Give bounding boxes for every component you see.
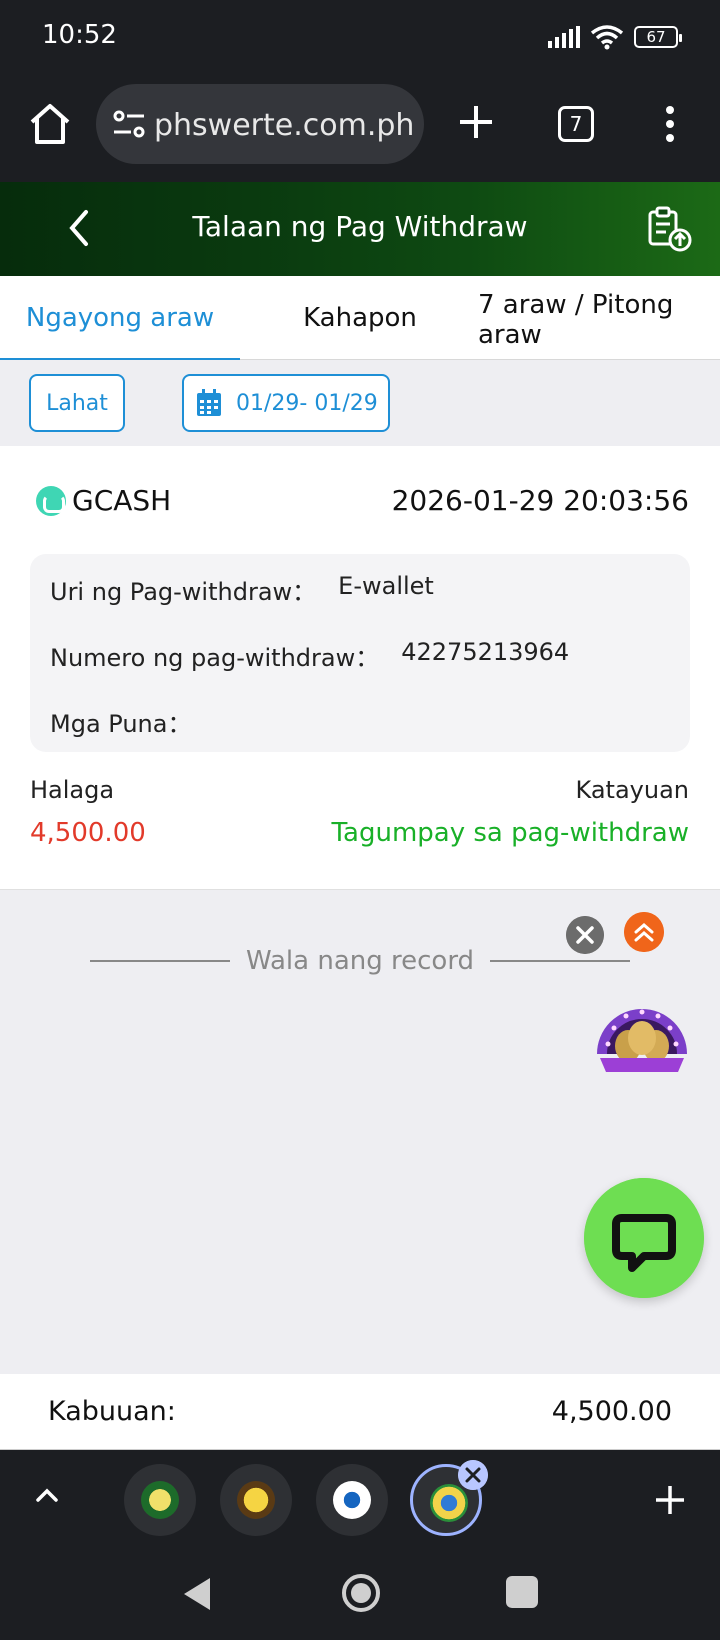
calendar-icon bbox=[197, 389, 221, 416]
nav-home-icon[interactable] bbox=[340, 1572, 382, 1614]
wifi-icon bbox=[590, 25, 624, 50]
payment-method-label: GCASH bbox=[72, 484, 172, 517]
url-text: phswerte.com.ph bbox=[154, 108, 415, 143]
browser-tab[interactable] bbox=[316, 1464, 388, 1536]
detail-row-type: Uri ng Pag-withdraw： E-wallet bbox=[50, 572, 434, 607]
withdraw-record-icon[interactable] bbox=[646, 206, 692, 252]
close-tab-icon[interactable] bbox=[458, 1460, 488, 1490]
site-favicon bbox=[333, 1481, 371, 1519]
page-title: Talaan ng Pag Withdraw bbox=[192, 210, 528, 243]
status-time: 10:52 bbox=[42, 20, 117, 50]
record-datetime: 2026-01-29 20:03:56 bbox=[391, 484, 689, 517]
no-more-records: Wala nang record bbox=[90, 946, 631, 976]
detail-row-number: Numero ng pag-withdraw： 42275213964 bbox=[50, 638, 569, 673]
detail-label: Numero ng pag-withdraw： bbox=[50, 644, 380, 672]
amount-label: Halaga bbox=[30, 776, 115, 804]
empty-list-area: Wala nang record bbox=[0, 890, 720, 1374]
tab-7-days[interactable]: 7 araw / Pitong araw bbox=[478, 276, 718, 360]
site-settings-icon[interactable] bbox=[112, 108, 146, 140]
status-label: Katayuan bbox=[575, 776, 689, 804]
app-header: Talaan ng Pag Withdraw bbox=[0, 182, 720, 276]
close-float-icon[interactable] bbox=[566, 916, 604, 954]
detail-label: Mga Puna： bbox=[50, 710, 192, 738]
site-favicon bbox=[237, 1481, 275, 1519]
divider-line bbox=[90, 960, 230, 962]
detail-row-remarks: Mga Puna： bbox=[50, 704, 213, 739]
detail-label: Uri ng Pag-withdraw： bbox=[50, 578, 317, 606]
browser-tab-strip bbox=[0, 1450, 720, 1550]
status-icons: 67 bbox=[548, 24, 682, 50]
promo-eggs-icon[interactable] bbox=[594, 988, 690, 1078]
status-value: Tagumpay sa pag-withdraw bbox=[331, 818, 689, 848]
browser-tab[interactable] bbox=[124, 1464, 196, 1536]
filter-all-button[interactable]: Lahat bbox=[29, 374, 125, 432]
nav-recents-icon[interactable] bbox=[506, 1576, 538, 1608]
date-range-button[interactable]: 01/29- 01/29 bbox=[182, 374, 390, 432]
battery-level: 67 bbox=[646, 28, 666, 46]
date-tabs: Ngayong araw Kahapon 7 araw / Pitong ara… bbox=[0, 276, 720, 361]
tab-switcher-button[interactable]: 7 bbox=[558, 106, 594, 142]
address-bar[interactable]: phswerte.com.ph bbox=[96, 84, 424, 164]
more-menu-icon[interactable] bbox=[660, 104, 680, 144]
site-favicon bbox=[430, 1484, 468, 1522]
signal-icon bbox=[548, 26, 580, 48]
nav-back-icon[interactable] bbox=[180, 1574, 214, 1614]
tab-count: 7 bbox=[569, 112, 583, 136]
site-favicon bbox=[141, 1481, 179, 1519]
total-label: Kabuuan: bbox=[48, 1396, 176, 1427]
detail-value: E-wallet bbox=[338, 572, 434, 600]
gcash-logo bbox=[36, 485, 66, 516]
add-tab-icon[interactable] bbox=[652, 1482, 688, 1518]
tab-today[interactable]: Ngayong araw bbox=[0, 276, 240, 361]
chat-support-icon[interactable] bbox=[584, 1178, 704, 1298]
record-details: Uri ng Pag-withdraw： E-wallet Numero ng … bbox=[30, 554, 690, 752]
divider-line bbox=[490, 960, 631, 962]
chevron-up-icon[interactable] bbox=[32, 1480, 62, 1510]
browser-tab[interactable] bbox=[220, 1464, 292, 1536]
tab-yesterday[interactable]: Kahapon bbox=[240, 276, 480, 360]
amount-value: 4,500.00 bbox=[30, 818, 146, 848]
withdraw-record-card: GCASH 2026-01-29 20:03:56 Uri ng Pag-wit… bbox=[0, 446, 720, 890]
home-icon[interactable] bbox=[26, 100, 74, 148]
detail-value: 42275213964 bbox=[401, 638, 570, 666]
battery-icon: 67 bbox=[634, 26, 682, 48]
system-nav-bar bbox=[0, 1550, 720, 1640]
payment-method: GCASH bbox=[36, 484, 171, 517]
date-range-text: 01/29- 01/29 bbox=[236, 390, 378, 416]
new-tab-icon[interactable] bbox=[454, 100, 498, 144]
status-bar: 10:52 67 bbox=[0, 0, 720, 78]
scroll-top-icon[interactable] bbox=[624, 912, 664, 952]
total-bar: Kabuuan: 4,500.00 bbox=[0, 1374, 720, 1450]
browser-toolbar: phswerte.com.ph 7 bbox=[0, 78, 720, 182]
total-value: 4,500.00 bbox=[551, 1396, 672, 1427]
filter-row: Lahat 01/29- 01/29 bbox=[0, 360, 720, 446]
no-more-text: Wala nang record bbox=[245, 946, 475, 976]
